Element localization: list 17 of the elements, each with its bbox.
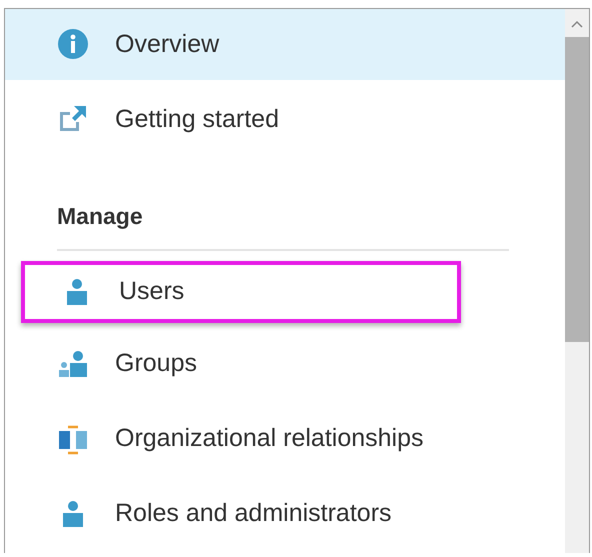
nav-item[interactable]: Overview [5,9,565,80]
nav-item[interactable]: Getting started [5,84,565,155]
nav-item[interactable]: Roles and administrators [5,478,565,550]
nav-label: Getting started [115,104,279,134]
nav-label: Users [119,277,184,306]
nav-label: Organizational relationships [115,424,424,454]
nav-label: Roles and administrators [115,499,392,528]
nav-item[interactable]: Users [21,260,461,323]
nav-item[interactable]: Organizational relationships [5,403,565,474]
scrollbar[interactable] [565,9,589,553]
info-icon [57,28,89,60]
scroll-thumb[interactable] [565,37,589,342]
nav-label: Groups [115,349,197,378]
nav-item[interactable]: Groups [5,328,565,400]
scroll-up-icon[interactable] [569,19,585,29]
section-heading: Manage [56,202,144,231]
nav-label: Overview [115,30,220,59]
